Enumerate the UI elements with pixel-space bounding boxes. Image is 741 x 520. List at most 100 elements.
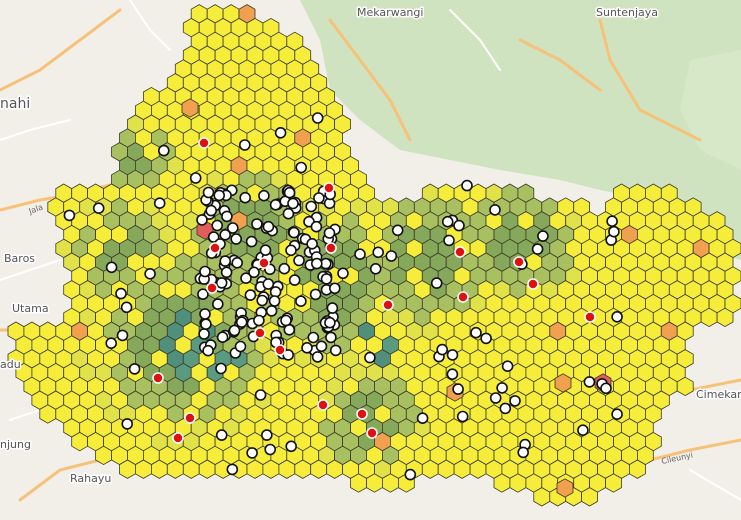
point-marker-white[interactable] bbox=[320, 273, 333, 285]
point-marker-white[interactable] bbox=[262, 220, 275, 233]
map-canvas[interactable]: Mekarwangi Suntenjaya nahi Baros Utama n… bbox=[0, 0, 741, 520]
point-marker-white[interactable] bbox=[288, 274, 301, 286]
point-marker-white[interactable] bbox=[311, 351, 324, 363]
point-marker-white[interactable] bbox=[287, 197, 299, 210]
point-marker-white[interactable] bbox=[323, 227, 336, 239]
point-marker-white[interactable] bbox=[244, 289, 257, 301]
point-marker-red[interactable] bbox=[454, 246, 466, 258]
point-marker-white[interactable] bbox=[92, 202, 105, 214]
point-marker-white[interactable] bbox=[309, 288, 322, 301]
point-marker-white[interactable] bbox=[230, 233, 242, 245]
point-marker-red[interactable] bbox=[152, 372, 164, 384]
point-marker-white[interactable] bbox=[205, 204, 217, 217]
point-marker-white[interactable] bbox=[105, 261, 118, 274]
point-marker-white[interactable] bbox=[245, 235, 258, 248]
point-marker-white[interactable] bbox=[608, 225, 620, 238]
point-marker-white[interactable] bbox=[606, 215, 618, 227]
point-marker-white[interactable] bbox=[313, 192, 325, 204]
point-marker-white[interactable] bbox=[234, 340, 247, 353]
point-marker-white[interactable] bbox=[404, 468, 417, 481]
point-marker-white[interactable] bbox=[293, 254, 305, 267]
point-marker-white[interactable] bbox=[480, 332, 492, 345]
point-marker-white[interactable] bbox=[200, 318, 212, 331]
point-marker-red[interactable] bbox=[325, 242, 337, 254]
point-marker-red[interactable] bbox=[323, 182, 335, 194]
point-marker-white[interactable] bbox=[501, 360, 514, 373]
point-marker-white[interactable] bbox=[499, 402, 512, 415]
point-marker-white[interactable] bbox=[611, 408, 623, 421]
point-marker-white[interactable] bbox=[328, 282, 341, 295]
point-marker-white[interactable] bbox=[443, 234, 455, 247]
point-marker-white[interactable] bbox=[199, 265, 211, 278]
point-marker-white[interactable] bbox=[280, 314, 292, 327]
point-marker-white[interactable] bbox=[385, 250, 398, 262]
point-marker-white[interactable] bbox=[577, 424, 589, 437]
point-marker-white[interactable] bbox=[305, 200, 318, 213]
point-marker-white[interactable] bbox=[226, 463, 239, 476]
point-marker-white[interactable] bbox=[253, 314, 265, 327]
point-marker-white[interactable] bbox=[285, 244, 297, 257]
point-marker-white[interactable] bbox=[600, 382, 612, 395]
point-marker-white[interactable] bbox=[196, 214, 208, 226]
point-marker-white[interactable] bbox=[235, 316, 248, 329]
point-marker-red[interactable] bbox=[198, 137, 210, 149]
point-marker-white[interactable] bbox=[231, 256, 243, 269]
point-marker-white[interactable] bbox=[268, 295, 281, 307]
point-marker-white[interactable] bbox=[285, 440, 298, 453]
point-marker-white[interactable] bbox=[215, 277, 228, 289]
point-marker-white[interactable] bbox=[470, 326, 482, 339]
point-marker-red[interactable] bbox=[382, 299, 394, 311]
point-marker-white[interactable] bbox=[258, 189, 270, 202]
point-marker-white[interactable] bbox=[199, 308, 211, 320]
point-marker-white[interactable] bbox=[489, 204, 501, 216]
point-marker-white[interactable] bbox=[430, 277, 443, 289]
point-marker-white[interactable] bbox=[239, 139, 251, 151]
point-marker-white[interactable] bbox=[329, 344, 342, 357]
point-marker-white[interactable] bbox=[198, 328, 210, 340]
point-marker-white[interactable] bbox=[301, 341, 313, 354]
point-marker-white[interactable] bbox=[213, 189, 225, 202]
point-marker-white[interactable] bbox=[489, 392, 502, 404]
point-marker-white[interactable] bbox=[295, 161, 308, 174]
point-marker-white[interactable] bbox=[251, 218, 263, 230]
point-marker-white[interactable] bbox=[288, 226, 300, 239]
point-marker-white[interactable] bbox=[220, 266, 233, 279]
point-marker-white[interactable] bbox=[517, 446, 530, 459]
point-marker-white[interactable] bbox=[306, 238, 318, 250]
point-marker-red[interactable] bbox=[254, 327, 266, 339]
point-marker-white[interactable] bbox=[446, 349, 459, 361]
point-marker-white[interactable] bbox=[315, 340, 328, 353]
point-marker-red[interactable] bbox=[274, 344, 286, 356]
point-marker-white[interactable] bbox=[391, 224, 404, 237]
point-marker-red[interactable] bbox=[206, 282, 218, 294]
point-marker-white[interactable] bbox=[202, 344, 214, 357]
point-marker-white[interactable] bbox=[456, 410, 469, 423]
point-marker-white[interactable] bbox=[216, 331, 229, 344]
point-marker-white[interactable] bbox=[295, 295, 307, 308]
point-marker-white[interactable] bbox=[221, 210, 233, 223]
point-marker-red[interactable] bbox=[209, 242, 221, 254]
point-marker-white[interactable] bbox=[262, 278, 275, 290]
point-marker-white[interactable] bbox=[228, 324, 241, 337]
point-marker-white[interactable] bbox=[158, 144, 170, 157]
point-marker-white[interactable] bbox=[364, 351, 376, 364]
point-marker-white[interactable] bbox=[115, 287, 127, 300]
point-marker-white[interactable] bbox=[310, 257, 323, 270]
point-marker-red[interactable] bbox=[184, 412, 196, 424]
point-marker-white[interactable] bbox=[416, 412, 429, 425]
point-marker-white[interactable] bbox=[325, 331, 337, 344]
point-marker-white[interactable] bbox=[120, 301, 133, 314]
point-marker-white[interactable] bbox=[354, 248, 366, 260]
point-marker-white[interactable] bbox=[337, 267, 349, 280]
point-marker-white[interactable] bbox=[496, 382, 508, 394]
point-marker-white[interactable] bbox=[239, 191, 251, 204]
point-marker-white[interactable] bbox=[307, 331, 320, 344]
point-marker-red[interactable] bbox=[366, 427, 378, 439]
point-marker-white[interactable] bbox=[282, 207, 295, 220]
point-marker-white[interactable] bbox=[219, 229, 231, 241]
point-marker-white[interactable] bbox=[611, 310, 623, 323]
point-marker-white[interactable] bbox=[211, 219, 223, 232]
point-marker-white[interactable] bbox=[369, 262, 382, 275]
point-marker-white[interactable] bbox=[278, 262, 291, 275]
point-marker-white[interactable] bbox=[219, 255, 231, 267]
